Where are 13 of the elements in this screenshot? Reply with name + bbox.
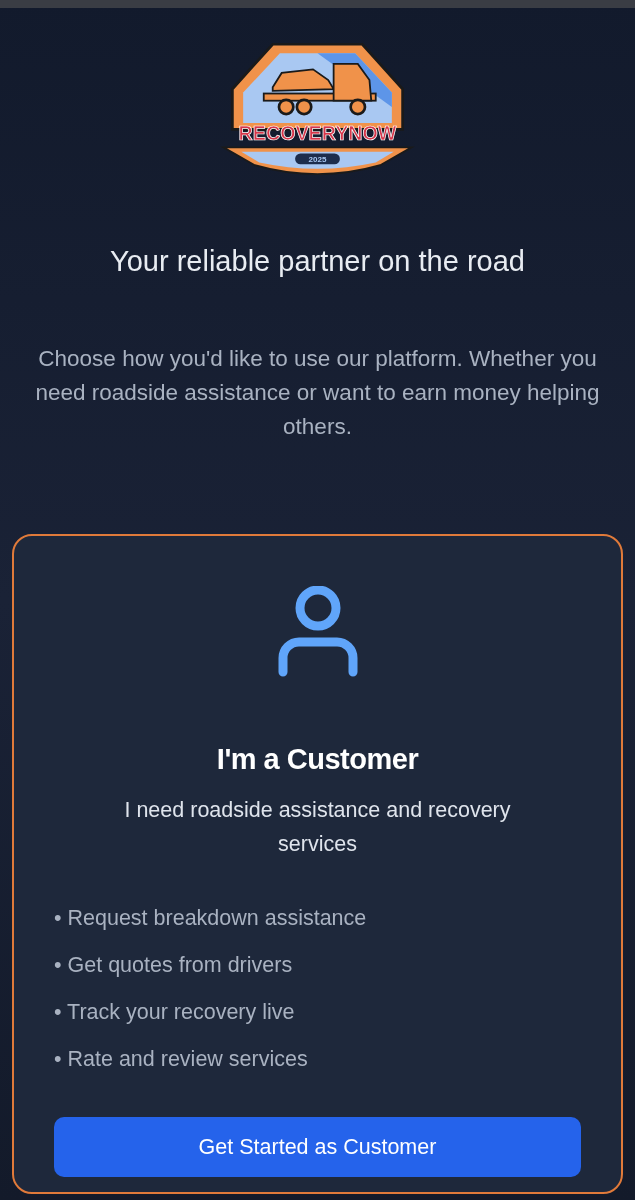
customer-card[interactable]: I'm a Customer I need roadside assistance and recovery services • Request breakdown assistance • Get quotes from drivers • Track your recovery live • Rate and review services Get Started as Customer (12, 533, 623, 1194)
card-title: I'm a Customer (215, 741, 420, 777)
card-subtitle: I need roadside assistance and recovery services (123, 797, 512, 858)
feature-item: • Request breakdown assistance (54, 905, 368, 932)
tagline: Your reliable partner on the road (109, 244, 526, 279)
user-icon (277, 585, 358, 678)
feature-item: • Rate and review services (54, 1046, 309, 1073)
feature-item: • Track your recovery live (54, 999, 296, 1026)
feature-item: • Get quotes from drivers (54, 952, 294, 979)
description: Choose how you'd like to use our platform. Whether you need roadside assistance or want to earn money helping others. (34, 344, 601, 441)
logo-year: 2025 (308, 155, 327, 165)
logo-wordmark: RECOVERYNOW (238, 122, 397, 145)
get-started-button[interactable]: Get Started as Customer (54, 1117, 581, 1177)
